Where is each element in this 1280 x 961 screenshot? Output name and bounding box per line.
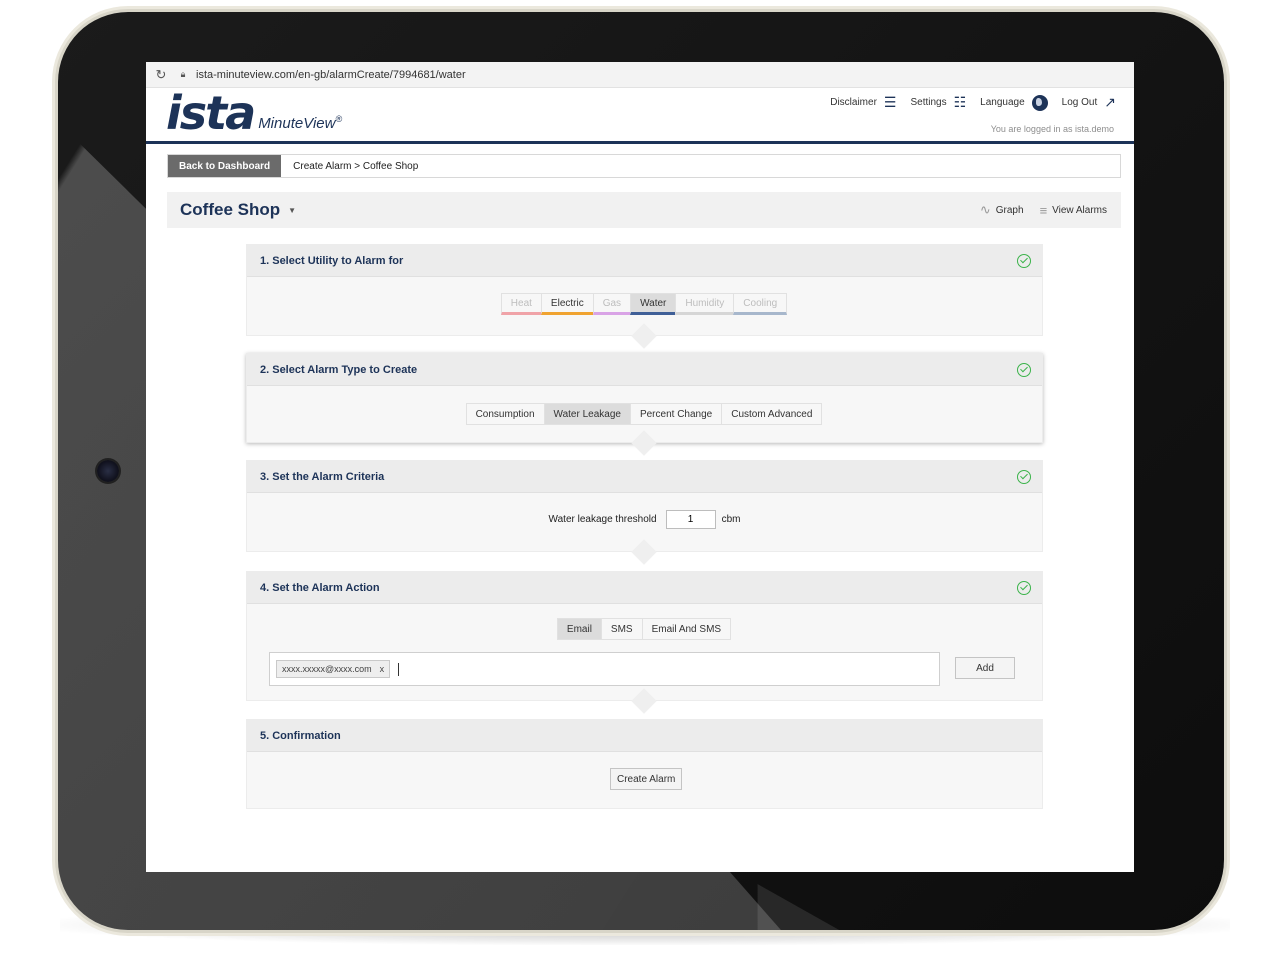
threshold-label: Water leakage threshold bbox=[548, 514, 657, 525]
external-link-icon: ↗ bbox=[1104, 94, 1116, 110]
step-confirmation-title: 5. Confirmation bbox=[260, 729, 341, 742]
nav-logout-label: Log Out bbox=[1061, 97, 1098, 108]
screen: ↻ 🔒︎ ista-minuteview.com/en-gb/alarmCrea… bbox=[146, 62, 1134, 872]
page-title[interactable]: Coffee Shop bbox=[180, 200, 280, 220]
utility-option-humidity[interactable]: Humidity bbox=[675, 293, 735, 315]
threshold-unit: cbm bbox=[721, 514, 741, 525]
check-icon bbox=[1017, 362, 1031, 377]
view-alarms-label: View Alarms bbox=[1052, 204, 1107, 216]
step-utility-body: Heat Electric Gas Water Humidity Cooling bbox=[247, 277, 1042, 349]
back-to-dashboard-button[interactable]: Back to Dashboard bbox=[168, 155, 282, 177]
utility-option-heat[interactable]: Heat bbox=[500, 293, 542, 315]
utility-option-cooling[interactable]: Cooling bbox=[733, 293, 788, 315]
step-utility: 1. Select Utility to Alarm for Heat Elect… bbox=[246, 244, 1043, 349]
alarm-action-option-email[interactable]: Email bbox=[556, 618, 602, 640]
step-utility-title: 1. Select Utility to Alarm for bbox=[260, 254, 404, 267]
threshold-input[interactable] bbox=[665, 510, 716, 529]
email-tag: xxxx.xxxxx@xxxx.com x bbox=[276, 660, 391, 678]
remove-tag-icon[interactable]: x bbox=[380, 664, 385, 674]
ista-logo[interactable]: ista MinuteView® bbox=[166, 90, 342, 136]
nav-settings-label: Settings bbox=[910, 97, 947, 108]
nav-disclaimer-label: Disclaimer bbox=[830, 97, 877, 108]
utility-option-water[interactable]: Water bbox=[630, 293, 677, 315]
step-utility-header: 1. Select Utility to Alarm for bbox=[247, 245, 1042, 277]
url-text[interactable]: ista-minuteview.com/en-gb/alarmCreate/79… bbox=[196, 69, 466, 81]
list-icon: ☰ bbox=[883, 94, 897, 110]
sliders-icon: ☷ bbox=[953, 94, 967, 110]
lock-icon: 🔒︎ bbox=[180, 69, 186, 79]
step-criteria-body: Water leakage threshold cbm bbox=[247, 493, 1042, 565]
step-connector bbox=[631, 323, 657, 349]
title-bar: Coffee Shop ▼ ∿ Graph ≡ View Alarms bbox=[167, 192, 1121, 228]
step-alarm-type-header: 2. Select Alarm Type to Create bbox=[247, 354, 1042, 386]
graph-label: Graph bbox=[995, 204, 1024, 216]
site-header: ista MinuteView® Disclaimer ☰ Settings ☷… bbox=[146, 88, 1134, 144]
alarm-type-option-custom-advanced[interactable]: Custom Advanced bbox=[721, 403, 823, 425]
graph-button[interactable]: ∿ Graph bbox=[980, 202, 1024, 218]
logged-in-text: You are logged in as ista.demo bbox=[990, 124, 1114, 134]
step-action-body: Email SMS Email And SMS xxxx.xxxxx@xxxx.co… bbox=[247, 604, 1042, 714]
reload-icon[interactable]: ↻ bbox=[146, 67, 176, 83]
email-recipients-input[interactable]: xxxx.xxxxx@xxxx.com x bbox=[269, 652, 940, 686]
alarm-action-option-email-and-sms[interactable]: Email And SMS bbox=[641, 618, 732, 640]
nav-settings[interactable]: Settings ☷ bbox=[910, 94, 966, 111]
step-action-title: 4. Set the Alarm Action bbox=[260, 581, 380, 594]
step-connector bbox=[631, 688, 657, 714]
breadcrumb: Back to Dashboard Create Alarm > Coffee … bbox=[167, 154, 1121, 178]
step-action-header: 4. Set the Alarm Action bbox=[247, 572, 1042, 604]
logo-minuteview: MinuteView® bbox=[258, 114, 343, 132]
utility-option-electric[interactable]: Electric bbox=[540, 293, 594, 315]
step-alarm-type: 2. Select Alarm Type to Create Consumpti… bbox=[246, 353, 1043, 456]
alarm-type-option-percent-change[interactable]: Percent Change bbox=[629, 403, 723, 425]
logo-ista: ista bbox=[166, 86, 256, 140]
add-button[interactable]: Add bbox=[955, 657, 1015, 679]
camera-icon bbox=[97, 460, 119, 482]
utility-option-gas[interactable]: Gas bbox=[592, 293, 632, 315]
globe-icon bbox=[1031, 94, 1048, 111]
alarm-type-option-water-leakage[interactable]: Water Leakage bbox=[543, 403, 631, 425]
address-bar[interactable]: ↻ 🔒︎ ista-minuteview.com/en-gb/alarmCrea… bbox=[146, 62, 1134, 88]
chevron-down-icon[interactable]: ▼ bbox=[288, 206, 296, 215]
step-criteria: 3. Set the Alarm Criteria Water leakage … bbox=[246, 460, 1043, 565]
step-confirmation-body: Create Alarm bbox=[247, 752, 1042, 809]
threshold-row: Water leakage threshold cbm bbox=[247, 493, 1042, 529]
step-connector bbox=[631, 430, 657, 456]
nav-language[interactable]: Language bbox=[980, 94, 1048, 111]
step-alarm-type-title: 2. Select Alarm Type to Create bbox=[260, 363, 418, 376]
step-alarm-type-body: Consumption Water Leakage Percent Change Cu… bbox=[247, 386, 1042, 456]
alarm-type-option-consumption[interactable]: Consumption bbox=[465, 403, 545, 425]
step-criteria-title: 3. Set the Alarm Criteria bbox=[260, 470, 385, 483]
alarm-type-selector: Consumption Water Leakage Percent Change Cu… bbox=[247, 386, 1042, 425]
step-connector bbox=[631, 539, 657, 565]
check-icon bbox=[1017, 580, 1031, 595]
check-icon bbox=[1017, 469, 1031, 484]
list-lines-icon: ≡ bbox=[1039, 202, 1048, 218]
check-icon bbox=[1017, 253, 1031, 268]
alarm-action-selector: Email SMS Email And SMS bbox=[247, 604, 1042, 640]
title-actions: ∿ Graph ≡ View Alarms bbox=[964, 202, 1107, 218]
nav-language-label: Language bbox=[980, 97, 1025, 108]
email-tag-text: xxxx.xxxxx@xxxx.com bbox=[282, 664, 372, 674]
step-criteria-header: 3. Set the Alarm Criteria bbox=[247, 461, 1042, 493]
text-cursor bbox=[398, 662, 400, 676]
utility-selector: Heat Electric Gas Water Humidity Cooling bbox=[247, 277, 1042, 315]
breadcrumb-path: Create Alarm > Coffee Shop bbox=[293, 160, 419, 172]
graph-icon: ∿ bbox=[979, 202, 991, 217]
step-confirmation-header: 5. Confirmation bbox=[247, 720, 1042, 752]
nav-logout[interactable]: Log Out ↗ bbox=[1062, 94, 1116, 111]
step-action: 4. Set the Alarm Action Email SMS Email An… bbox=[246, 571, 1043, 714]
view-alarms-button[interactable]: ≡ View Alarms bbox=[1040, 203, 1107, 218]
alarm-action-option-sms[interactable]: SMS bbox=[600, 618, 643, 640]
nav-disclaimer[interactable]: Disclaimer ☰ bbox=[830, 94, 896, 111]
top-nav: Disclaimer ☰ Settings ☷ Language Log Out… bbox=[816, 94, 1116, 111]
step-confirmation: 5. Confirmation Create Alarm bbox=[246, 719, 1043, 809]
create-alarm-button[interactable]: Create Alarm bbox=[610, 768, 683, 790]
